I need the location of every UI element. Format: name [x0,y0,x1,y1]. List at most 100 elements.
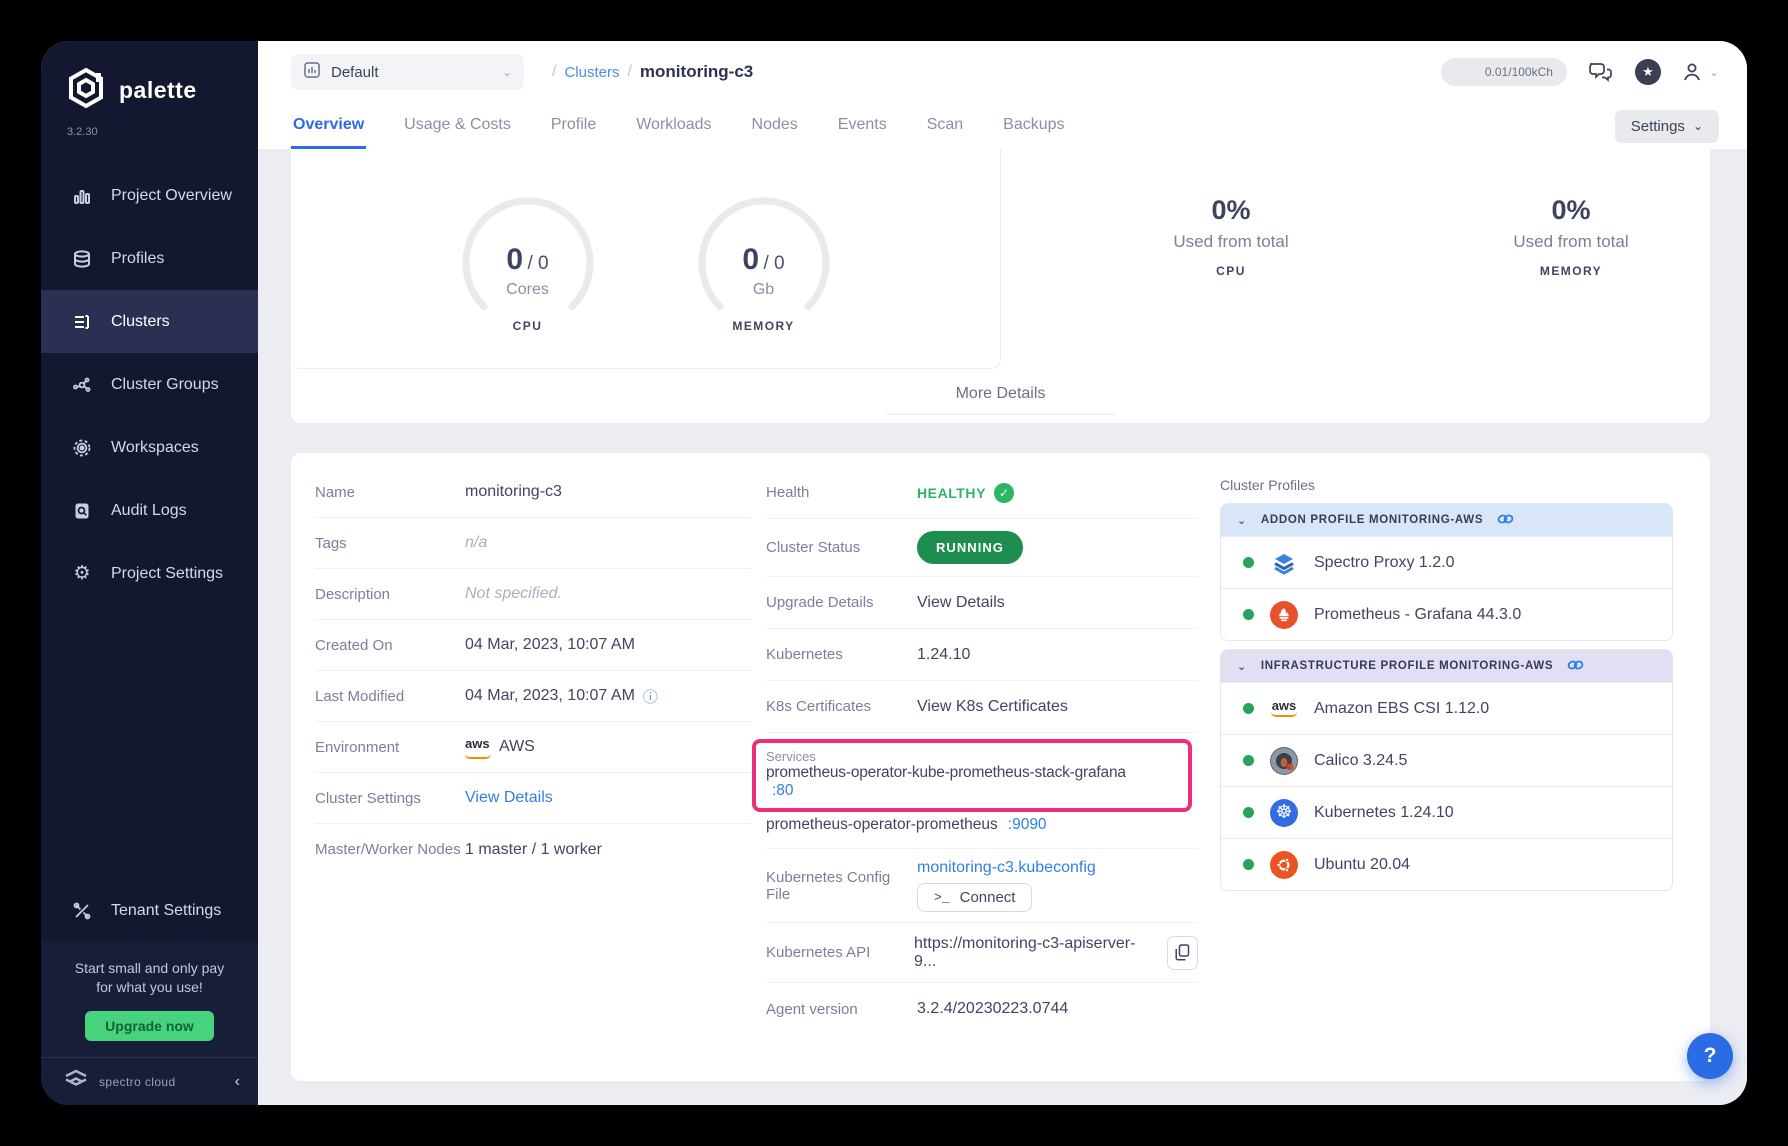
status-dot [1243,703,1254,714]
project-selector[interactable]: Default ⌄ [291,54,524,90]
chat-icon[interactable] [1587,60,1615,84]
health-status: HEALTHY [917,485,986,501]
sidebar-item-project-settings[interactable]: ⚙ Project Settings [41,542,258,605]
infrastructure-profile-group: ⌄ INFRASTRUCTURE PROFILE MONITORING-AWS … [1220,649,1673,891]
sidebar-item-workspaces[interactable]: Workspaces [41,416,258,479]
breadcrumb-current: monitoring-c3 [640,62,753,82]
sidebar-item-label: Profiles [111,250,164,268]
tools-icon [71,900,93,922]
collapse-sidebar-icon[interactable]: ‹ [235,1073,240,1091]
addon-profile-group: ⌄ ADDON PROFILE MONITORING-AWS Spectro P… [1220,503,1673,641]
gear-icon: ⚙ [71,563,93,585]
project-selector-value: Default [331,64,492,81]
pack-row-prometheus-grafana[interactable]: Prometheus - Grafana 44.3.0 [1221,588,1672,640]
detail-row-name: Name monitoring-c3 [315,467,751,518]
service-grafana-port-link[interactable]: :80 [772,782,794,799]
topbar: Default ⌄ / Clusters / monitoring-c3 0.0… [258,41,1747,103]
help-button[interactable]: ? [1687,1033,1733,1079]
pack-row-calico[interactable]: Calico 3.24.5 [1221,734,1672,786]
agent-version-row: Agent version 3.2.4/20230223.0744 [766,983,1198,1035]
link-icon[interactable] [1497,513,1514,528]
prometheus-icon [1270,601,1298,629]
tab-backups[interactable]: Backups [1001,103,1066,149]
sidebar-spacer [41,605,258,881]
main-area: Default ⌄ / Clusters / monitoring-c3 0.0… [258,41,1747,1105]
upgrade-now-button[interactable]: Upgrade now [85,1011,214,1041]
cluster-settings-view-details-link[interactable]: View Details [465,789,553,807]
infrastructure-profile-header[interactable]: ⌄ INFRASTRUCTURE PROFILE MONITORING-AWS [1221,650,1672,682]
connect-button[interactable]: >_ Connect [917,883,1032,912]
more-details-button[interactable]: More Details [291,385,1710,415]
info-icon[interactable]: ⓘ [643,686,658,707]
sidebar-footer: spectro cloud ‹ [41,1057,258,1105]
footer-brand-label: spectro cloud [99,1075,225,1089]
tab-overview[interactable]: Overview [291,103,366,149]
pack-row-spectro-proxy[interactable]: Spectro Proxy 1.2.0 [1221,536,1672,588]
tab-nodes[interactable]: Nodes [750,103,800,149]
breadcrumb-clusters-link[interactable]: Clusters [564,64,619,81]
content: 0 / 0 Cores CPU 0 / 0 Gb MEMORY 0% Used … [258,149,1747,1105]
sidebar-item-project-overview[interactable]: Project Overview [41,164,258,227]
pack-row-amazon-ebs-csi[interactable]: aws Amazon EBS CSI 1.12.0 [1221,682,1672,734]
app-version: 3.2.30 [41,118,258,164]
sidebar-item-tenant-settings[interactable]: Tenant Settings [41,881,258,941]
kubernetes-version-row: Kubernetes 1.24.10 [766,629,1198,681]
link-icon[interactable] [1567,659,1584,674]
status-dot [1243,859,1254,870]
kubeconfig-row: Kubernetes Config File monitoring-c3.kub… [766,849,1198,923]
k8s-certificates-row: K8s Certificates View K8s Certificates [766,681,1198,733]
user-icon [1681,61,1703,83]
bar-chart-icon [71,185,93,207]
tab-profile[interactable]: Profile [549,103,598,149]
memory-gauge: 0 / 0 Gb MEMORY [684,185,844,333]
spectro-proxy-icon [1270,549,1298,577]
view-k8s-certificates-link[interactable]: View K8s Certificates [917,698,1068,716]
service-grafana: prometheus-operator-kube-prometheus-stac… [766,764,1178,782]
upgrade-view-details-link[interactable]: View Details [917,594,1005,612]
tab-workloads[interactable]: Workloads [634,103,713,149]
api-url: https://monitoring-c3-apiserver-9... [914,935,1153,971]
tab-events[interactable]: Events [836,103,889,149]
sidebar-item-label: Clusters [111,313,170,331]
sidebar-item-label: Project Overview [111,187,232,205]
services-highlight-box: Services prometheus-operator-kube-promet… [752,739,1192,812]
cluster-settings-button[interactable]: Settings ⌄ [1615,110,1719,143]
cluster-profiles-panel: Cluster Profiles ⌄ ADDON PROFILE MONITOR… [1220,477,1673,899]
status-dot [1243,609,1254,620]
user-menu[interactable]: ⌄ [1681,61,1719,83]
cpu-gauge: 0 / 0 Cores CPU [448,185,608,333]
pack-row-kubernetes[interactable]: ☸ Kubernetes 1.24.10 [1221,786,1672,838]
kubeconfig-download-link[interactable]: monitoring-c3.kubeconfig [917,859,1096,877]
tab-scan[interactable]: Scan [925,103,965,149]
gauge-caption: MEMORY [684,319,844,333]
promo-text: Start small and only pay for what you us… [55,959,244,997]
status-dot [1243,755,1254,766]
whats-new-star-icon[interactable]: ★ [1635,59,1661,85]
copy-icon[interactable] [1167,936,1198,970]
sidebar-item-profiles[interactable]: Profiles [41,227,258,290]
chevron-down-icon: ⌄ [1237,660,1247,673]
service-prometheus: prometheus-operator-prometheus :9090 [766,812,1198,844]
sidebar-item-audit-logs[interactable]: Audit Logs [41,479,258,542]
status-dot [1243,807,1254,818]
upgrade-details-row: Upgrade Details View Details [766,577,1198,629]
aws-icon: aws [465,735,491,759]
cluster-tabs: Overview Usage & Costs Profile Workloads… [258,103,1747,149]
aws-icon: aws [1270,695,1298,723]
addon-profile-header[interactable]: ⌄ ADDON PROFILE MONITORING-AWS [1221,504,1672,536]
detail-row-environment: Environment aws AWS [315,722,751,773]
detail-row-created-on: Created On 04 Mar, 2023, 10:07 AM [315,620,751,671]
sidebar-item-clusters[interactable]: Clusters [41,290,258,353]
topbar-right: 0.01/100kCh ★ ⌄ [1441,58,1719,86]
details-left-column: Name monitoring-c3 Tags n/a Description … [315,467,751,875]
sidebar-item-label: Project Settings [111,565,223,583]
detail-row-cluster-settings: Cluster Settings View Details [315,773,751,824]
sidebar-item-cluster-groups[interactable]: Cluster Groups [41,353,258,416]
usage-stats: 0% Used from total CPU 0% Used from tota… [1131,195,1671,278]
pack-row-ubuntu[interactable]: Ubuntu 20.04 [1221,838,1672,890]
tab-usage-costs[interactable]: Usage & Costs [402,103,513,149]
usage-quota-pill: 0.01/100kCh [1441,58,1567,86]
service-prometheus-port-link[interactable]: :9090 [1008,816,1047,834]
chevron-down-icon: ⌄ [1237,514,1247,527]
detail-row-last-modified: Last Modified 04 Mar, 2023, 10:07 AMⓘ [315,671,751,722]
